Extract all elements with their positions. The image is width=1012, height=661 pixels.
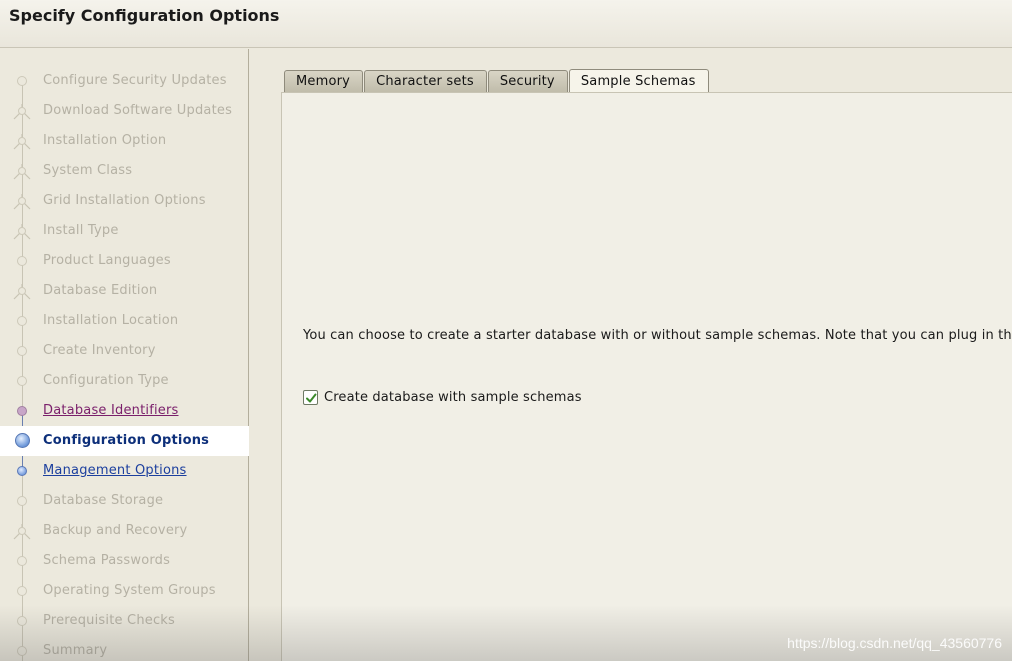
branch-icon (13, 524, 31, 540)
main-content: Memory Character sets Security Sample Sc… (250, 49, 1012, 661)
create-sample-schemas-option[interactable]: Create database with sample schemas (303, 390, 582, 405)
step-create-inventory: Create Inventory (0, 336, 249, 366)
step-node-icon (17, 346, 27, 356)
step-configure-security-updates: Configure Security Updates (0, 66, 249, 96)
sample-schemas-description: You can choose to create a starter datab… (303, 328, 1012, 343)
step-label: Operating System Groups (43, 583, 216, 598)
step-label: Database Storage (43, 493, 164, 508)
step-label: Summary (43, 643, 108, 658)
step-management-options[interactable]: Management Options (0, 456, 249, 486)
step-node-icon (17, 496, 27, 506)
step-label: Backup and Recovery (43, 523, 188, 538)
step-label: Product Languages (43, 253, 171, 268)
step-label: Configure Security Updates (43, 73, 227, 88)
branch-icon (13, 194, 31, 210)
step-system-class: System Class (0, 156, 249, 186)
step-label: Configuration Options (43, 433, 210, 448)
step-configuration-type: Configuration Type (0, 366, 249, 396)
step-label: Installation Option (43, 133, 167, 148)
branch-icon (13, 164, 31, 180)
step-label: Download Software Updates (43, 103, 233, 118)
step-link[interactable]: Database Identifiers (43, 403, 179, 418)
step-configuration-options: Configuration Options (0, 426, 249, 456)
step-schema-passwords: Schema Passwords (0, 546, 249, 576)
tab-character-sets[interactable]: Character sets (364, 70, 487, 93)
step-database-edition: Database Edition (0, 276, 249, 306)
step-link[interactable]: Management Options (43, 463, 187, 478)
branch-icon (13, 224, 31, 240)
step-summary: Summary (0, 636, 249, 661)
page-title: Specify Configuration Options (9, 6, 280, 25)
step-backup-and-recovery: Backup and Recovery (0, 516, 249, 546)
branch-icon (13, 134, 31, 150)
step-download-software-updates: Download Software Updates (0, 96, 249, 126)
step-label: Prerequisite Checks (43, 613, 176, 628)
sample-schemas-checkbox-label[interactable]: Create database with sample schemas (324, 390, 582, 405)
sample-schemas-panel: You can choose to create a starter datab… (281, 92, 1012, 661)
check-icon (305, 393, 316, 402)
step-operating-system-groups: Operating System Groups (0, 576, 249, 606)
step-current-node-icon (15, 433, 30, 448)
step-next-node-icon (17, 466, 27, 476)
step-node-icon (17, 76, 27, 86)
step-label: Create Inventory (43, 343, 156, 358)
step-node-icon (17, 376, 27, 386)
step-installation-location: Installation Location (0, 306, 249, 336)
step-label: Database Edition (43, 283, 158, 298)
step-label: Configuration Type (43, 373, 169, 388)
sample-schemas-checkbox[interactable] (303, 390, 318, 405)
config-tabs: Memory Character sets Security Sample Sc… (284, 69, 710, 93)
branch-icon (13, 104, 31, 120)
step-node-icon (17, 316, 27, 326)
step-label: System Class (43, 163, 133, 178)
step-installation-option: Installation Option (0, 126, 249, 156)
step-product-languages: Product Languages (0, 246, 249, 276)
step-node-icon (17, 256, 27, 266)
tab-sample-schemas[interactable]: Sample Schemas (568, 69, 709, 93)
step-grid-installation-options: Grid Installation Options (0, 186, 249, 216)
tab-memory[interactable]: Memory (284, 70, 364, 93)
step-label: Grid Installation Options (43, 193, 206, 208)
wizard-steps-sidebar: Configure Security Updates Download Soft… (0, 49, 249, 661)
step-node-icon (17, 586, 27, 596)
branch-icon (13, 284, 31, 300)
step-node-icon (17, 616, 27, 626)
watermark-text: https://blog.csdn.net/qq_43560776 (787, 635, 1002, 651)
step-done-node-icon (17, 406, 27, 416)
step-prerequisite-checks: Prerequisite Checks (0, 606, 249, 636)
step-database-identifiers[interactable]: Database Identifiers (0, 396, 249, 426)
step-database-storage: Database Storage (0, 486, 249, 516)
step-install-type: Install Type (0, 216, 249, 246)
step-label: Install Type (43, 223, 119, 238)
step-label: Installation Location (43, 313, 179, 328)
step-node-icon (17, 556, 27, 566)
step-node-icon (17, 646, 27, 656)
tab-security[interactable]: Security (487, 70, 568, 93)
step-label: Schema Passwords (43, 553, 171, 568)
header-bar: Specify Configuration Options (0, 0, 1012, 48)
